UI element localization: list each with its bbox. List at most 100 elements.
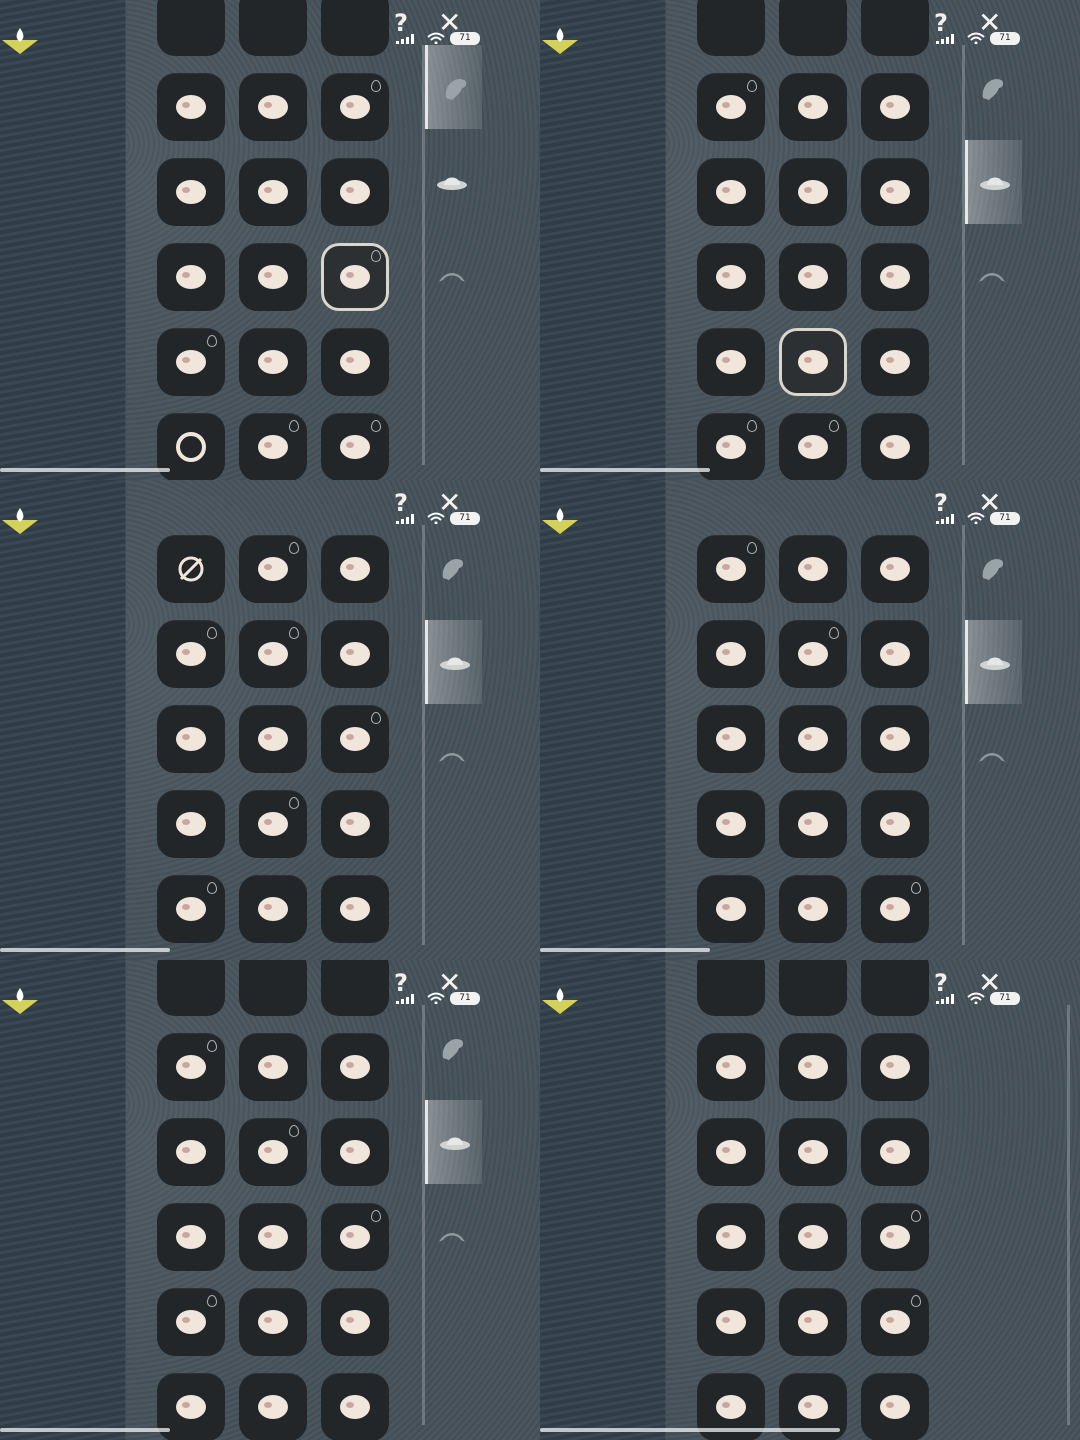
- cosmetic-slot[interactable]: [779, 790, 847, 858]
- cosmetic-slot[interactable]: [157, 620, 225, 688]
- cosmetic-slot-partial[interactable]: [321, 960, 389, 1016]
- cosmetic-slot[interactable]: [779, 328, 847, 396]
- cosmetic-slot[interactable]: [239, 73, 307, 141]
- tab-hair[interactable]: [965, 45, 1019, 129]
- cosmetic-slot-partial[interactable]: [157, 0, 225, 56]
- cosmetic-slot[interactable]: [861, 620, 929, 688]
- tab-hair[interactable]: [1070, 1005, 1080, 1089]
- tab-hair[interactable]: [965, 525, 1019, 609]
- cosmetic-slot[interactable]: [157, 328, 225, 396]
- tab-horn[interactable]: [965, 715, 1019, 799]
- cosmetic-slot[interactable]: [157, 73, 225, 141]
- tab-hair[interactable]: [425, 1005, 479, 1089]
- tab-hat[interactable]: [1070, 1100, 1080, 1184]
- cosmetic-slot[interactable]: [861, 1203, 929, 1271]
- tab-horn[interactable]: [1070, 1195, 1080, 1279]
- cosmetic-slot[interactable]: [239, 875, 307, 943]
- cosmetic-slot[interactable]: [861, 1288, 929, 1356]
- cosmetic-slot[interactable]: [239, 328, 307, 396]
- cosmetic-slot[interactable]: [321, 1033, 389, 1101]
- cosmetic-slot[interactable]: [697, 790, 765, 858]
- cosmetic-slot[interactable]: [779, 158, 847, 226]
- cosmetic-slot[interactable]: [861, 875, 929, 943]
- cosmetic-slot[interactable]: [779, 1288, 847, 1356]
- cosmetic-slot[interactable]: [157, 875, 225, 943]
- help-icon[interactable]: ?: [394, 490, 408, 516]
- cosmetic-slot[interactable]: [321, 1288, 389, 1356]
- cosmetic-slot[interactable]: [239, 413, 307, 480]
- cosmetic-slot[interactable]: [157, 705, 225, 773]
- cosmetic-slot[interactable]: [697, 243, 765, 311]
- cosmetic-slot-partial[interactable]: [697, 960, 765, 1016]
- cosmetic-slot[interactable]: [779, 73, 847, 141]
- cosmetic-slot[interactable]: [697, 875, 765, 943]
- cosmetic-slot-partial[interactable]: [157, 960, 225, 1016]
- cosmetic-slot[interactable]: [321, 705, 389, 773]
- cosmetic-slot[interactable]: [321, 790, 389, 858]
- cosmetic-slot[interactable]: [321, 1203, 389, 1271]
- cosmetic-slot[interactable]: [697, 620, 765, 688]
- cosmetic-slot[interactable]: [321, 875, 389, 943]
- cosmetic-slot[interactable]: [321, 73, 389, 141]
- cosmetic-slot[interactable]: [779, 705, 847, 773]
- cosmetic-slot[interactable]: [861, 790, 929, 858]
- cosmetic-slot[interactable]: [239, 705, 307, 773]
- cosmetic-slot[interactable]: [321, 1373, 389, 1440]
- cosmetic-slot[interactable]: [239, 1118, 307, 1186]
- tab-hat[interactable]: [425, 620, 482, 704]
- cosmetic-slot[interactable]: [157, 1203, 225, 1271]
- cosmetic-slot[interactable]: [697, 1033, 765, 1101]
- tab-hat[interactable]: [425, 1100, 482, 1184]
- cosmetic-slot[interactable]: [239, 1203, 307, 1271]
- cosmetic-slot[interactable]: [779, 243, 847, 311]
- cosmetic-slot[interactable]: [157, 1288, 225, 1356]
- cosmetic-slot[interactable]: [157, 535, 225, 603]
- cosmetic-slot[interactable]: [157, 1033, 225, 1101]
- cosmetic-slot[interactable]: [321, 158, 389, 226]
- cosmetic-slot[interactable]: [239, 243, 307, 311]
- help-icon[interactable]: ?: [934, 490, 948, 516]
- cosmetic-slot[interactable]: [321, 620, 389, 688]
- cosmetic-slot[interactable]: [239, 1033, 307, 1101]
- tab-horn[interactable]: [425, 715, 479, 799]
- cosmetic-slot[interactable]: [861, 1118, 929, 1186]
- cosmetic-slot[interactable]: [321, 243, 389, 311]
- cosmetic-slot[interactable]: [239, 535, 307, 603]
- cosmetic-slot[interactable]: [697, 1203, 765, 1271]
- cosmetic-slot[interactable]: [321, 413, 389, 480]
- cosmetic-slot[interactable]: [239, 1373, 307, 1440]
- cosmetic-slot-partial[interactable]: [861, 0, 929, 56]
- cosmetic-slot-partial[interactable]: [697, 0, 765, 56]
- tab-hair[interactable]: [425, 525, 479, 609]
- cosmetic-slot[interactable]: [239, 790, 307, 858]
- cosmetic-slot[interactable]: [861, 328, 929, 396]
- cosmetic-slot[interactable]: [861, 1373, 929, 1440]
- cosmetic-slot-partial[interactable]: [239, 960, 307, 1016]
- cosmetic-slot[interactable]: [321, 1118, 389, 1186]
- tab-horn[interactable]: [425, 1195, 479, 1279]
- tab-hat[interactable]: [965, 140, 1022, 224]
- cosmetic-slot[interactable]: [697, 1118, 765, 1186]
- cosmetic-slot[interactable]: [861, 73, 929, 141]
- cosmetic-slot[interactable]: [779, 1033, 847, 1101]
- cosmetic-slot[interactable]: [321, 535, 389, 603]
- cosmetic-slot[interactable]: [321, 328, 389, 396]
- cosmetic-slot-partial[interactable]: [321, 0, 389, 56]
- cosmetic-slot[interactable]: [779, 620, 847, 688]
- cosmetic-slot-partial[interactable]: [779, 0, 847, 56]
- cosmetic-slot-partial[interactable]: [779, 960, 847, 1016]
- cosmetic-slot-partial[interactable]: [239, 0, 307, 56]
- tab-hat[interactable]: [425, 140, 479, 224]
- tab-horn[interactable]: [425, 235, 479, 319]
- cosmetic-slot[interactable]: [157, 243, 225, 311]
- cosmetic-slot[interactable]: [697, 158, 765, 226]
- cosmetic-slot[interactable]: [157, 790, 225, 858]
- cosmetic-slot[interactable]: [779, 535, 847, 603]
- cosmetic-slot[interactable]: [861, 705, 929, 773]
- cosmetic-slot[interactable]: [157, 158, 225, 226]
- cosmetic-slot[interactable]: [861, 243, 929, 311]
- cosmetic-slot[interactable]: [697, 328, 765, 396]
- cosmetic-slot[interactable]: [861, 535, 929, 603]
- cosmetic-slot-partial[interactable]: [861, 960, 929, 1016]
- cosmetic-slot[interactable]: [861, 413, 929, 480]
